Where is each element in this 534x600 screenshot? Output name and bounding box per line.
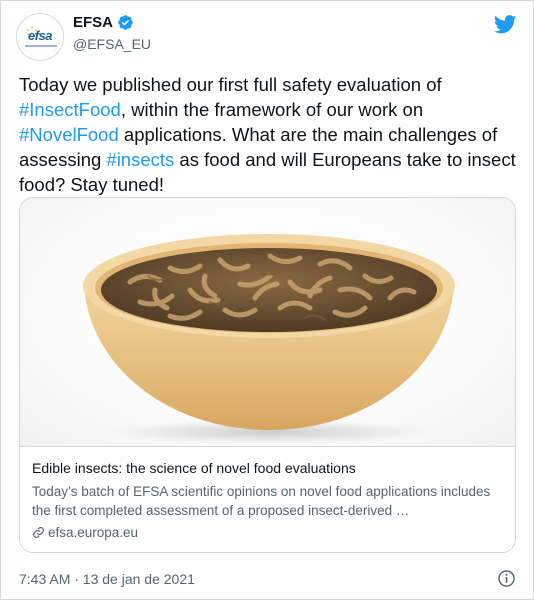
link-preview-card[interactable]: Edible insects: the science of novel foo… — [19, 197, 516, 553]
author-handle[interactable]: @EFSA_EU — [73, 36, 151, 52]
tweet-card[interactable]: efsa EFSA @EFSA_EU Today we published ou… — [0, 0, 534, 600]
link-icon — [33, 527, 44, 538]
card-image[interactable] — [20, 198, 515, 447]
avatar-logo-underline — [25, 45, 57, 47]
card-description: Today’s batch of EFSA scientific opinion… — [32, 484, 491, 518]
tweet-text: Today we published our first full safety… — [19, 72, 519, 197]
tweet-text-part: Today we published our first full safety… — [19, 74, 442, 95]
info-icon[interactable] — [497, 569, 516, 588]
hashtag-insects[interactable]: #insects — [106, 149, 174, 170]
card-domain[interactable]: efsa.europa.eu — [48, 525, 138, 540]
avatar-logo-text: efsa — [27, 27, 53, 43]
hashtag-novelfood[interactable]: #NovelFood — [19, 124, 119, 145]
card-domain-row[interactable]: efsa.europa.eu — [32, 525, 138, 540]
tweet-timestamp[interactable]: 7:43 AM · 13 de jan de 2021 — [19, 571, 195, 587]
twitter-bird-icon[interactable] — [494, 15, 517, 34]
author-name-row[interactable]: EFSA — [73, 14, 134, 31]
card-title[interactable]: Edible insects: the science of novel foo… — [32, 460, 356, 476]
avatar[interactable]: efsa — [16, 13, 64, 61]
tweet-text-part: , within the framework of our work on — [120, 99, 424, 120]
author-display-name[interactable]: EFSA — [73, 14, 113, 31]
verified-badge-icon — [118, 15, 133, 30]
hashtag-insectfood[interactable]: #InsectFood — [19, 99, 121, 120]
bowl-of-mealworms-image — [83, 234, 455, 444]
